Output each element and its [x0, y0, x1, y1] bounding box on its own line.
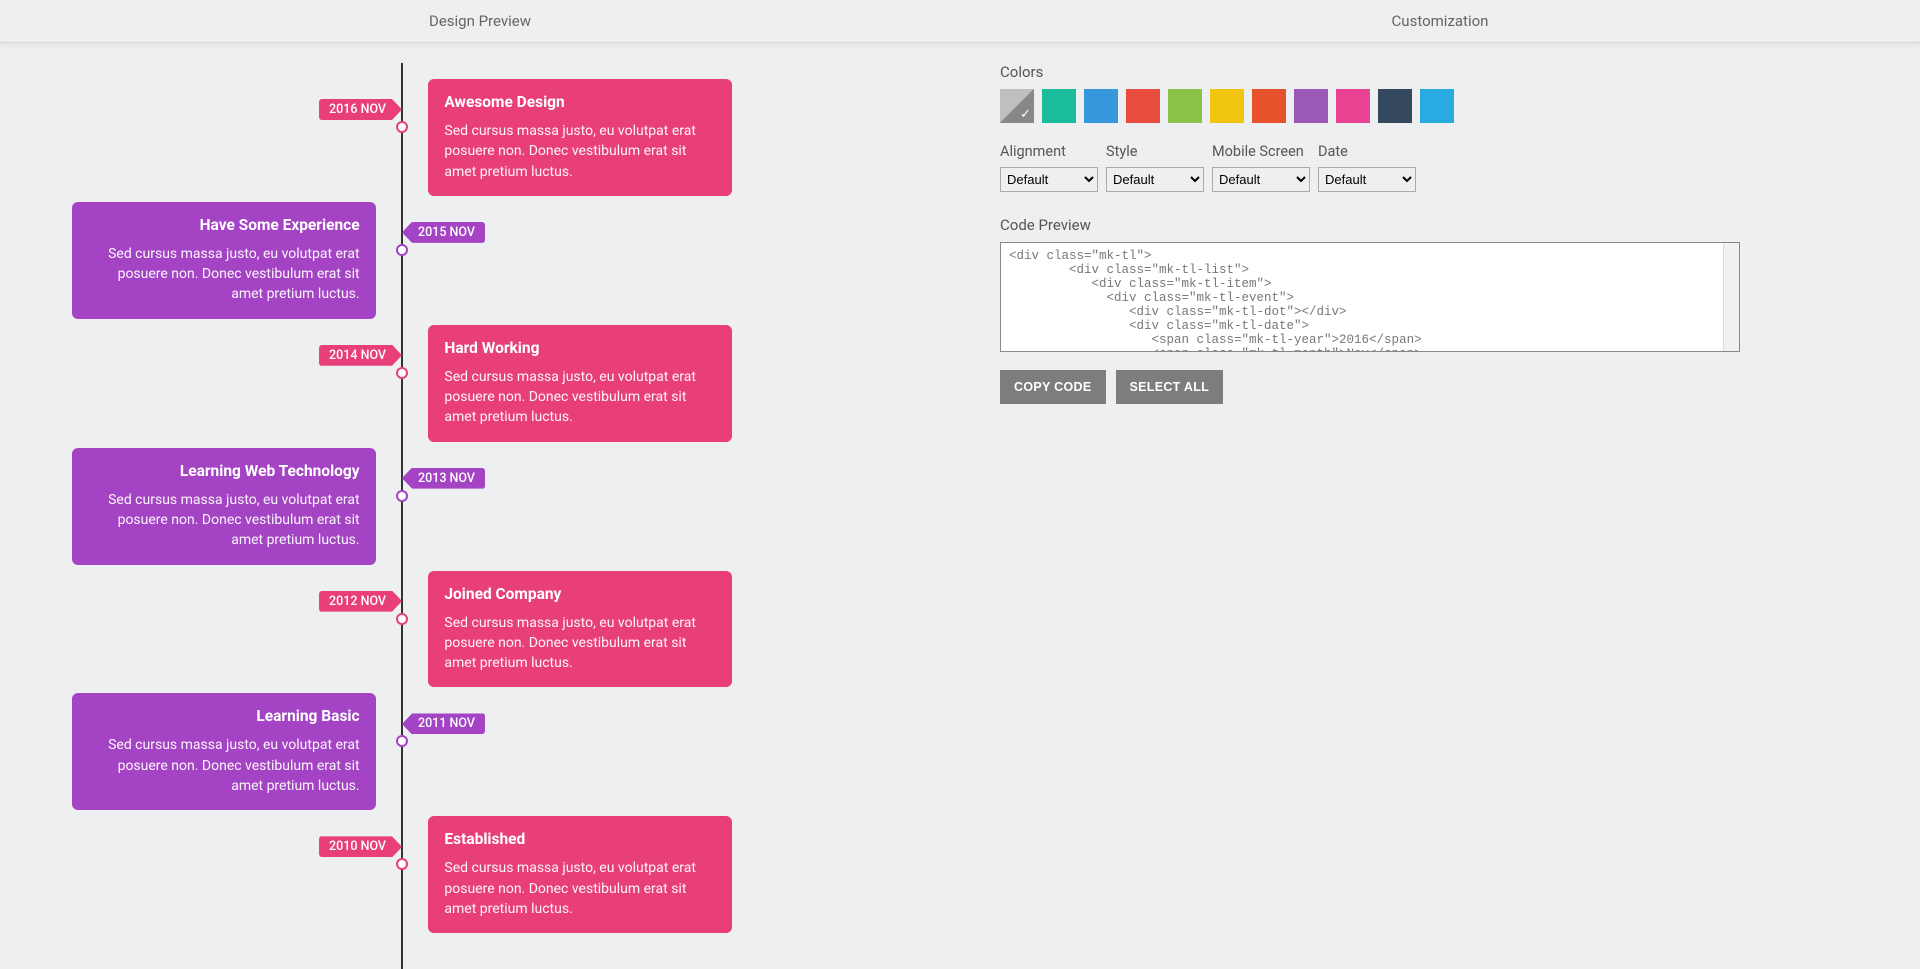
- timeline-date-badge: 2010 NOV: [319, 836, 402, 857]
- color-swatch-sky[interactable]: [1420, 89, 1454, 123]
- code-preview-box[interactable]: <div class="mk-tl"> <div class="mk-tl-li…: [1000, 242, 1740, 352]
- color-swatch-default[interactable]: [1000, 89, 1034, 123]
- timeline-card: Established Sed cursus massa justo, eu vo…: [428, 816, 732, 933]
- timeline-item: 2010 NOV Established Sed cursus massa just…: [72, 816, 732, 933]
- timeline-card: Hard Working Sed cursus massa justo, eu v…: [428, 325, 732, 442]
- timeline-card-title: Learning Web Technology: [88, 462, 360, 480]
- timeline-card-desc: Sed cursus massa justo, eu volutpat erat…: [444, 858, 716, 919]
- color-swatch-row: [1000, 89, 1908, 123]
- tab-customization[interactable]: Customization: [960, 0, 1920, 42]
- timeline-dot-icon: [396, 858, 408, 870]
- color-swatch-amber[interactable]: [1210, 89, 1244, 123]
- timeline-dot-icon: [396, 735, 408, 747]
- code-preview-text: <div class="mk-tl"> <div class="mk-tl-li…: [1009, 249, 1422, 352]
- timeline-dot-icon: [396, 367, 408, 379]
- timeline-date-badge: 2014 NOV: [319, 345, 402, 366]
- timeline-card: Awesome Design Sed cursus massa justo, eu…: [428, 79, 732, 196]
- timeline-card-desc: Sed cursus massa justo, eu volutpat erat…: [88, 735, 360, 796]
- timeline-item: 2014 NOV Hard Working Sed cursus massa jus…: [72, 325, 732, 442]
- timeline-card-title: Hard Working: [444, 339, 716, 357]
- timeline-date-badge: 2016 NOV: [319, 99, 402, 120]
- timeline-card: Have Some Experience Sed cursus massa jus…: [72, 202, 376, 319]
- color-swatch-dark[interactable]: [1378, 89, 1412, 123]
- mobile-label: Mobile Screen: [1212, 143, 1310, 160]
- colors-label: Colors: [1000, 63, 1908, 81]
- timeline-item: 2016 NOV Awesome Design Sed cursus massa j…: [72, 79, 732, 196]
- timeline-card-title: Awesome Design: [444, 93, 716, 111]
- timeline-dot-icon: [396, 613, 408, 625]
- timeline-card-title: Established: [444, 830, 716, 848]
- timeline-date-badge: 2012 NOV: [319, 591, 402, 612]
- timeline-item: 2013 NOV Learning Web Technology Sed cursu…: [72, 448, 732, 565]
- timeline-item: 2011 NOV Learning Basic Sed cursus massa j…: [72, 693, 732, 810]
- mobile-select[interactable]: Default: [1212, 167, 1310, 192]
- controls-row: Alignment Default Style Default Mobile S…: [1000, 143, 1908, 192]
- alignment-label: Alignment: [1000, 143, 1098, 160]
- timeline-date-badge: 2013 NOV: [402, 468, 485, 489]
- timeline-item: 2012 NOV Joined Company Sed cursus massa j…: [72, 571, 732, 688]
- timeline-card: Learning Web Technology Sed cursus massa …: [72, 448, 376, 565]
- timeline-item: 2015 NOV Have Some Experience Sed cursus m…: [72, 202, 732, 319]
- tab-design-preview[interactable]: Design Preview: [0, 0, 960, 42]
- color-swatch-teal[interactable]: [1042, 89, 1076, 123]
- timeline: 2016 NOV Awesome Design Sed cursus massa j…: [72, 63, 732, 969]
- timeline-date-badge: 2011 NOV: [402, 713, 485, 734]
- scrollbar[interactable]: [1723, 243, 1739, 351]
- color-swatch-blue[interactable]: [1084, 89, 1118, 123]
- control-date: Date Default: [1318, 143, 1416, 192]
- timeline-card-desc: Sed cursus massa justo, eu volutpat erat…: [444, 367, 716, 428]
- timeline-card: Learning Basic Sed cursus massa justo, eu…: [72, 693, 376, 810]
- color-swatch-green[interactable]: [1168, 89, 1202, 123]
- timeline-card-title: Joined Company: [444, 585, 716, 603]
- timeline-date-badge: 2015 NOV: [402, 222, 485, 243]
- tabs: Design Preview Customization: [0, 0, 1920, 43]
- color-swatch-orange[interactable]: [1252, 89, 1286, 123]
- timeline-dot-icon: [396, 121, 408, 133]
- control-mobile: Mobile Screen Default: [1212, 143, 1310, 192]
- date-select[interactable]: Default: [1318, 167, 1416, 192]
- timeline-dot-icon: [396, 490, 408, 502]
- timeline-card: Joined Company Sed cursus massa justo, eu…: [428, 571, 732, 688]
- timeline-card-desc: Sed cursus massa justo, eu volutpat erat…: [88, 244, 360, 305]
- copy-code-button[interactable]: COPY CODE: [1000, 370, 1106, 404]
- timeline-card-title: Have Some Experience: [88, 216, 360, 234]
- select-all-button[interactable]: SELECT ALL: [1116, 370, 1224, 404]
- style-label: Style: [1106, 143, 1204, 160]
- design-preview-panel: 2016 NOV Awesome Design Sed cursus massa j…: [12, 43, 960, 969]
- control-alignment: Alignment Default: [1000, 143, 1098, 192]
- timeline-card-desc: Sed cursus massa justo, eu volutpat erat…: [444, 121, 716, 182]
- code-preview-label: Code Preview: [1000, 216, 1908, 234]
- color-swatch-pink[interactable]: [1336, 89, 1370, 123]
- customization-panel: Colors Alignment Default Style Default M…: [1000, 43, 1908, 969]
- style-select[interactable]: Default: [1106, 167, 1204, 192]
- timeline-dot-icon: [396, 244, 408, 256]
- date-label: Date: [1318, 143, 1416, 160]
- timeline-card-desc: Sed cursus massa justo, eu volutpat erat…: [444, 613, 716, 674]
- timeline-card-desc: Sed cursus massa justo, eu volutpat erat…: [88, 490, 360, 551]
- color-swatch-red[interactable]: [1126, 89, 1160, 123]
- timeline-card-title: Learning Basic: [88, 707, 360, 725]
- alignment-select[interactable]: Default: [1000, 167, 1098, 192]
- color-swatch-purple[interactable]: [1294, 89, 1328, 123]
- control-style: Style Default: [1106, 143, 1204, 192]
